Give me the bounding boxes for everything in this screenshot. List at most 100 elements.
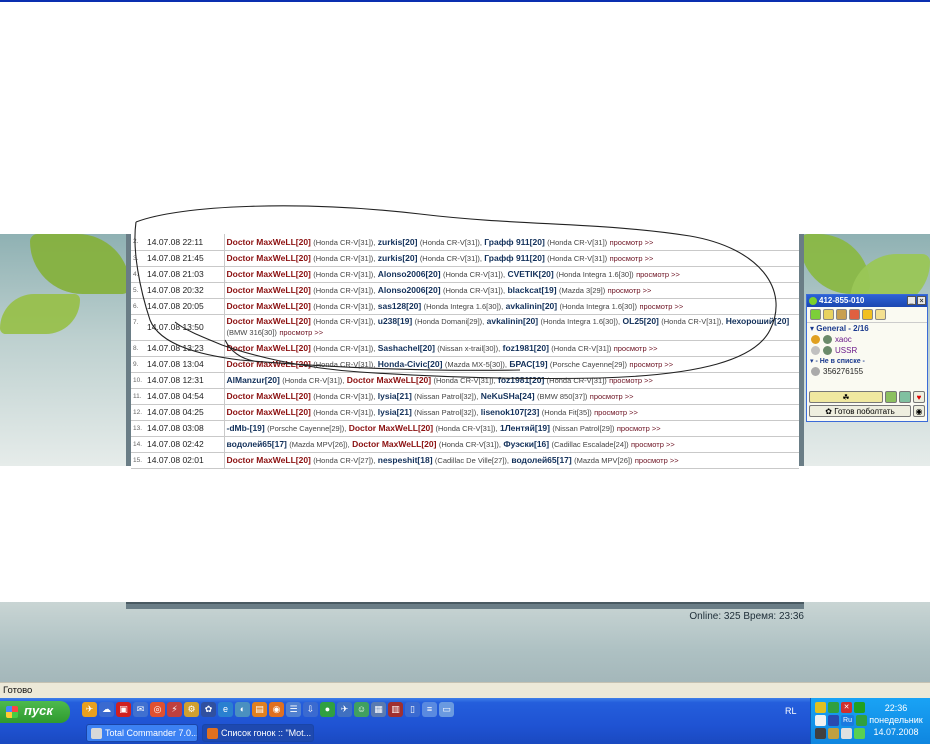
view-race-link[interactable]: просмотр >> [636, 270, 680, 279]
player-link[interactable]: NeKuSHa[24] [481, 391, 535, 401]
player-link[interactable]: AlManzur[20] [227, 375, 280, 385]
quick-launch-icon[interactable]: ☰ [286, 702, 301, 717]
tray-icon[interactable] [815, 715, 826, 726]
view-race-link[interactable]: просмотр >> [608, 286, 652, 295]
ie-icon[interactable]: e [218, 702, 233, 717]
quick-launch-icon[interactable]: ✈ [82, 702, 97, 717]
tray-icon[interactable] [828, 715, 839, 726]
minimize-icon[interactable]: _ [907, 296, 916, 305]
clock[interactable]: 22:36 понедельник 14.07.2008 [866, 702, 926, 738]
history-icon[interactable] [862, 309, 873, 320]
quick-launch-icon[interactable]: ☁ [99, 702, 114, 717]
language-indicator[interactable]: RL [785, 706, 797, 716]
quick-launch-icon[interactable]: ▥ [388, 702, 403, 717]
player-link[interactable]: Doctor MaxWeLL[20] [352, 439, 436, 449]
quick-launch-icon[interactable]: ▯ [405, 702, 420, 717]
view-race-link[interactable]: просмотр >> [610, 238, 654, 247]
player-link[interactable]: БРАС[19] [509, 359, 547, 369]
player-link[interactable]: Doctor MaxWeLL[20] [227, 301, 311, 311]
task-total-commander[interactable]: Total Commander 7.0... [86, 724, 198, 742]
start-button[interactable]: пуск [0, 701, 70, 723]
view-race-link[interactable]: просмотр >> [617, 424, 661, 433]
quick-launch-icon[interactable]: ≡ [422, 702, 437, 717]
icq-window[interactable]: 412-855-010 _ × ▾ General - 2/16 хаос US… [806, 294, 928, 422]
player-link[interactable]: Doctor MaxWeLL[20] [227, 359, 311, 369]
quick-launch-icon[interactable]: ● [320, 702, 335, 717]
tray-icon[interactable] [828, 702, 839, 713]
not-in-list-group[interactable]: ▾ - Не в списке - [807, 356, 927, 366]
player-link[interactable]: Doctor MaxWeLL[20] [227, 253, 311, 263]
player-link[interactable]: Doctor MaxWeLL[20] [227, 285, 311, 295]
player-link[interactable]: zurkis[20] [378, 237, 418, 247]
player-link[interactable]: водолей65[17] [511, 455, 571, 465]
tray-icon[interactable] [815, 702, 826, 713]
tray-icon[interactable]: ✕ [841, 702, 852, 713]
quick-launch-icon[interactable]: ⚡ [167, 702, 182, 717]
player-link[interactable]: avkalinin[20] [487, 316, 539, 326]
quick-launch-icon[interactable]: ✉ [133, 702, 148, 717]
tray-icon[interactable] [828, 728, 839, 739]
player-link[interactable]: Doctor MaxWeLL[20] [347, 375, 431, 385]
view-race-link[interactable]: просмотр >> [590, 392, 634, 401]
player-link[interactable]: водолей65[17] [227, 439, 287, 449]
tray-icon[interactable] [841, 728, 852, 739]
view-race-link[interactable]: просмотр >> [279, 328, 323, 337]
quick-launch-icon[interactable]: ⇩ [303, 702, 318, 717]
status-button[interactable]: ✿ Готов поболтать [809, 405, 911, 417]
menu-flower-icon[interactable] [810, 309, 821, 320]
player-link[interactable]: lisenok107[23] [481, 407, 540, 417]
quick-launch-icon[interactable]: ◐ [235, 702, 250, 717]
view-race-link[interactable]: просмотр >> [639, 302, 683, 311]
view-race-link[interactable]: просмотр >> [635, 456, 679, 465]
users-icon[interactable] [849, 309, 860, 320]
privacy-eye-icon[interactable]: ◉ [913, 405, 925, 417]
player-link[interactable]: avkalinin[20] [506, 301, 558, 311]
player-link[interactable]: nespeshit[18] [378, 455, 433, 465]
player-link[interactable]: lysia[21] [378, 407, 412, 417]
player-link[interactable]: zurkis[20] [378, 253, 418, 263]
player-link[interactable]: Doctor MaxWeLL[20] [227, 316, 311, 326]
player-link[interactable]: Графф 911[20] [484, 253, 544, 263]
player-link[interactable]: Alonso2006[20] [378, 285, 441, 295]
tray-language-icon[interactable]: Ru [841, 715, 854, 726]
main-menu-button[interactable]: ☘ [809, 391, 883, 403]
search-users-icon[interactable] [899, 391, 911, 403]
view-race-link[interactable]: просмотр >> [631, 440, 675, 449]
player-link[interactable]: Doctor MaxWeLL[20] [227, 269, 311, 279]
player-link[interactable]: Doctor MaxWeLL[20] [227, 407, 311, 417]
quick-launch-icon[interactable]: ⚙ [184, 702, 199, 717]
player-link[interactable]: lysia[21] [378, 391, 412, 401]
settings-icon[interactable] [823, 309, 834, 320]
quick-launch-icon[interactable]: ✈ [337, 702, 352, 717]
task-race-list[interactable]: Список гонок :: "Mot... [202, 724, 314, 742]
player-link[interactable]: Doctor MaxWeLL[20] [227, 391, 311, 401]
player-link[interactable]: OL25[20] [623, 316, 659, 326]
quick-launch-icon[interactable]: ▦ [371, 702, 386, 717]
note-icon[interactable] [875, 309, 886, 320]
heart-icon[interactable]: ♥ [913, 391, 925, 403]
player-link[interactable]: -dMb-[19] [227, 423, 265, 433]
quick-launch-icon[interactable]: ▭ [439, 702, 454, 717]
contact-item[interactable]: хаос [807, 334, 927, 345]
contacts-icon[interactable] [836, 309, 847, 320]
player-link[interactable]: Doctor MaxWeLL[20] [349, 423, 433, 433]
player-link[interactable]: Sashachel[20] [378, 343, 435, 353]
user-status-icon[interactable] [885, 391, 897, 403]
player-link[interactable]: Фуэски[16] [503, 439, 549, 449]
contact-group-general[interactable]: ▾ General - 2/16 [807, 323, 927, 334]
player-link[interactable]: 1Лентяй[19] [500, 423, 550, 433]
view-race-link[interactable]: просмотр >> [610, 254, 654, 263]
player-link[interactable]: Графф 911[20] [484, 237, 544, 247]
player-link[interactable]: CVETIK[20] [507, 269, 553, 279]
player-link[interactable]: Doctor MaxWeLL[20] [227, 237, 311, 247]
view-race-link[interactable]: просмотр >> [629, 360, 673, 369]
player-link[interactable]: blackcat[19] [507, 285, 556, 295]
opera-icon[interactable]: ◎ [150, 702, 165, 717]
view-race-link[interactable]: просмотр >> [609, 376, 653, 385]
tray-icon[interactable] [815, 728, 826, 739]
player-link[interactable]: Нехороший[20] [726, 316, 790, 326]
player-link[interactable]: Alonso2006[20] [378, 269, 441, 279]
view-race-link[interactable]: просмотр >> [594, 408, 638, 417]
quick-launch-icon[interactable]: ☺ [354, 702, 369, 717]
firefox-icon[interactable]: ◉ [269, 702, 284, 717]
